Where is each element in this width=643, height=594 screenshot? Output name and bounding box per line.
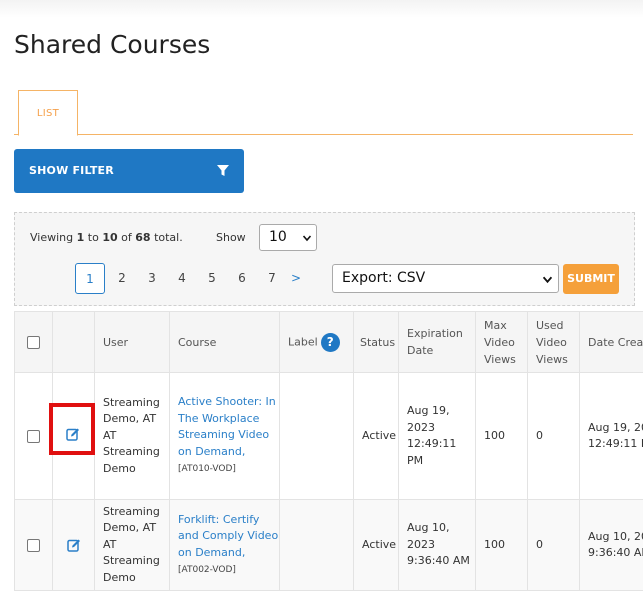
column-header-used-views[interactable]: Used Video Views — [527, 311, 580, 373]
list-controls-panel: Viewing 1 to 10 of 68 total. Show 10 1 2… — [14, 212, 635, 306]
column-header-expiration[interactable]: Expiration Date — [398, 311, 476, 373]
page-size-select[interactable]: 10 — [259, 224, 317, 251]
page-link-5[interactable]: 5 — [197, 263, 227, 294]
export-value: Export: CSV — [342, 270, 426, 286]
column-header-label[interactable]: Label? — [279, 311, 354, 373]
edit-header — [52, 311, 95, 373]
show-label: Show — [216, 231, 246, 244]
top-shade — [0, 0, 643, 18]
row-edit-cell — [49, 372, 95, 500]
edit-icon[interactable] — [66, 538, 81, 552]
course-cell: Active Shooter: In The Workplace Streami… — [169, 372, 280, 500]
course-link[interactable]: Forklift: Certify and Comply Video on De… — [178, 513, 278, 559]
page-next-link[interactable]: > — [281, 263, 311, 294]
show-filter-button[interactable]: SHOW FILTER — [14, 149, 244, 193]
max-views-cell: 100 — [475, 499, 528, 591]
column-header-date-created[interactable]: Date Created — [579, 311, 643, 373]
column-header-course[interactable]: Course — [169, 311, 280, 373]
row-select-cell — [14, 372, 53, 500]
select-all-cell — [14, 311, 53, 373]
status-cell: Active — [353, 372, 399, 500]
course-code: [AT010-VOD] — [178, 464, 236, 475]
max-views-cell: 100 — [475, 372, 528, 500]
table-row: Streaming Demo, AT AT Streaming Demo Act… — [14, 372, 643, 500]
chevron-down-icon — [303, 235, 311, 242]
page-title: Shared Courses — [14, 30, 211, 59]
expiration-cell: Aug 10, 2023 9:36:40 AM — [398, 499, 476, 591]
row-edit-cell — [52, 499, 95, 591]
used-views-cell: 0 — [527, 499, 580, 591]
label-cell — [279, 499, 354, 591]
page-size-value: 10 — [269, 229, 287, 245]
course-code: [AT002-VOD] — [178, 565, 236, 575]
viewing-summary: Viewing 1 to 10 of 68 total. — [30, 231, 183, 244]
table-header-row: User Course Label? Status Expiration Dat… — [14, 311, 643, 373]
filter-icon — [217, 165, 229, 176]
page-link-6[interactable]: 6 — [227, 263, 257, 294]
row-checkbox[interactable] — [27, 429, 40, 443]
column-header-max-views[interactable]: Max Video Views — [475, 311, 528, 373]
column-header-user[interactable]: User — [94, 311, 170, 373]
status-cell: Active — [353, 499, 399, 591]
show-filter-label: SHOW FILTER — [29, 164, 114, 177]
label-cell — [279, 372, 354, 500]
course-link[interactable]: Active Shooter: In The Workplace Streami… — [178, 395, 276, 458]
page-link-1[interactable]: 1 — [75, 263, 105, 294]
help-icon[interactable]: ? — [320, 332, 340, 352]
tab-list[interactable]: LIST — [18, 90, 78, 136]
page-link-3[interactable]: 3 — [137, 263, 167, 294]
edit-icon[interactable] — [66, 427, 80, 441]
row-select-cell — [14, 499, 53, 591]
course-cell: Forklift: Certify and Comply Video on De… — [169, 499, 280, 591]
page-link-4[interactable]: 4 — [167, 263, 197, 294]
user-cell: Streaming Demo, AT AT Streaming Demo — [94, 499, 170, 591]
page-link-2[interactable]: 2 — [107, 263, 137, 294]
row-checkbox[interactable] — [27, 538, 40, 552]
table-row: Streaming Demo, AT AT Streaming Demo For… — [14, 499, 643, 591]
submit-button[interactable]: SUBMIT — [563, 264, 619, 294]
shared-courses-table: User Course Label? Status Expiration Dat… — [14, 311, 643, 594]
select-all-checkbox[interactable] — [27, 335, 40, 349]
chevron-down-icon — [543, 276, 552, 284]
date-created-cell: Aug 19, 2022 12:49:11 PM — [579, 372, 643, 500]
column-header-status[interactable]: Status — [353, 311, 399, 373]
tab-bar: LIST — [14, 90, 633, 136]
export-select[interactable]: Export: CSV — [332, 264, 559, 293]
used-views-cell: 0 — [527, 372, 580, 500]
user-cell: Streaming Demo, AT AT Streaming Demo — [94, 372, 170, 500]
date-created-cell: Aug 10, 2022 9:36:40 AM — [579, 499, 643, 591]
expiration-cell: Aug 19, 2023 12:49:11 PM — [398, 372, 476, 500]
